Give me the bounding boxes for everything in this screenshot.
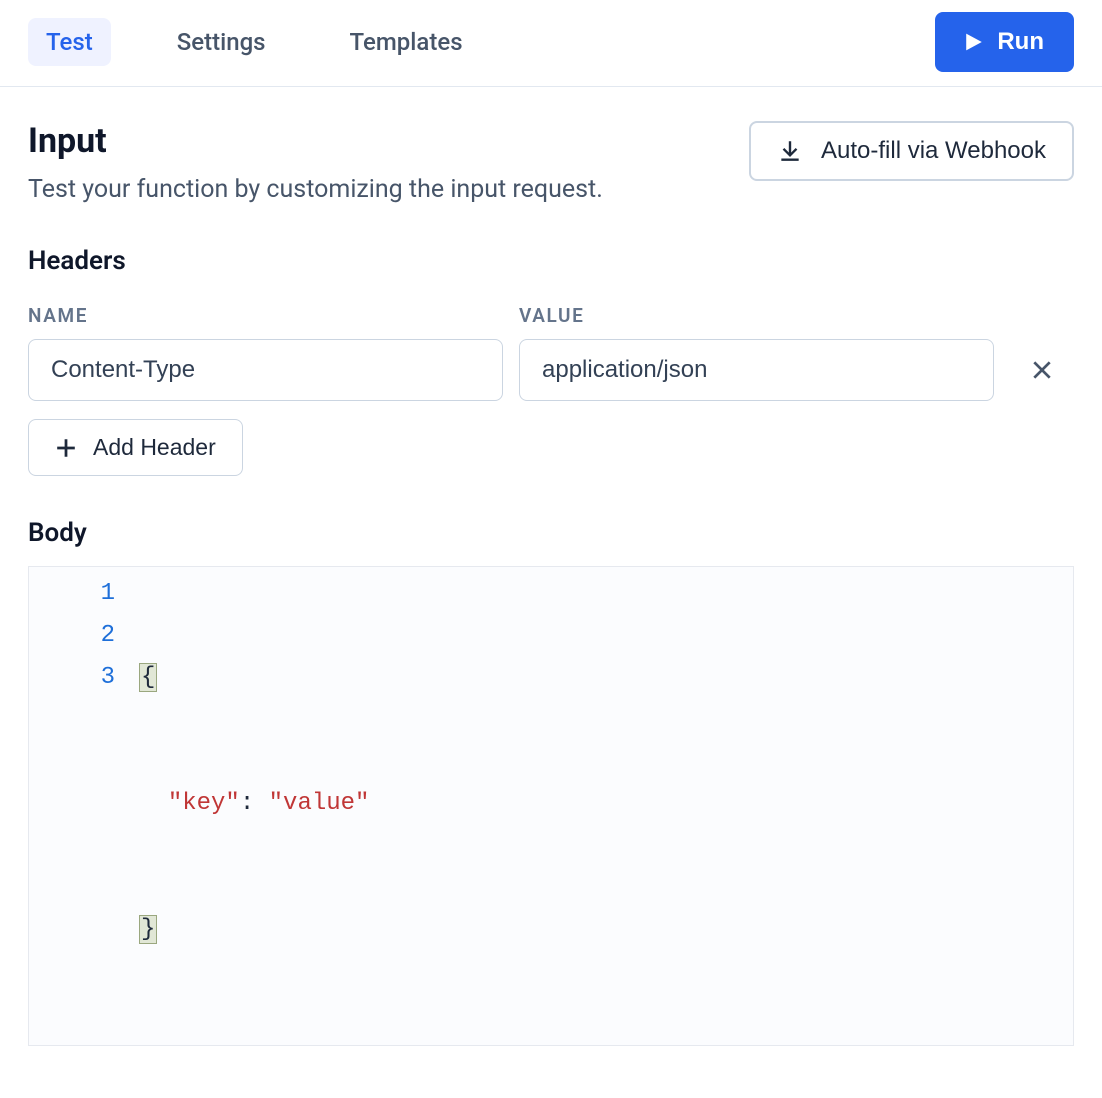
header-name-input[interactable] bbox=[28, 339, 503, 401]
autofill-button-label: Auto-fill via Webhook bbox=[821, 137, 1046, 165]
run-button[interactable]: Run bbox=[935, 12, 1074, 72]
editor-gutter: 1 2 3 bbox=[29, 567, 129, 1045]
autofill-webhook-button[interactable]: Auto-fill via Webhook bbox=[749, 121, 1074, 181]
tab-test[interactable]: Test bbox=[28, 18, 111, 66]
line-number: 2 bbox=[29, 615, 115, 657]
plus-icon bbox=[55, 437, 77, 459]
remove-header-button[interactable] bbox=[1010, 349, 1074, 391]
body-editor[interactable]: 1 2 3 { "key": "value" } bbox=[28, 566, 1074, 1046]
download-icon bbox=[777, 138, 803, 164]
line-number: 3 bbox=[29, 657, 115, 699]
editor-code[interactable]: { "key": "value" } bbox=[129, 567, 1073, 1045]
header-col-value: VALUE bbox=[519, 304, 994, 327]
add-header-button[interactable]: Add Header bbox=[28, 419, 243, 476]
run-button-label: Run bbox=[997, 28, 1044, 56]
header-col-name: NAME bbox=[28, 304, 503, 327]
tab-templates[interactable]: Templates bbox=[332, 18, 481, 66]
page-title: Input bbox=[28, 121, 603, 161]
play-icon bbox=[965, 32, 983, 52]
tab-list: Test Settings Templates bbox=[28, 18, 481, 66]
header-row bbox=[28, 339, 1074, 401]
code-line: "key": "value" bbox=[139, 783, 1063, 825]
header-value-input[interactable] bbox=[519, 339, 994, 401]
header-column-labels: NAME VALUE bbox=[28, 304, 1074, 327]
code-line: { bbox=[139, 657, 1063, 699]
main-panel: Input Test your function by customizing … bbox=[0, 87, 1102, 1046]
tab-settings[interactable]: Settings bbox=[159, 18, 284, 66]
headers-heading: Headers bbox=[28, 246, 1074, 276]
code-line: } bbox=[139, 909, 1063, 951]
page-subtitle: Test your function by customizing the in… bbox=[28, 175, 603, 204]
add-header-label: Add Header bbox=[93, 434, 216, 461]
header-col-spacer bbox=[1010, 304, 1074, 327]
line-number: 1 bbox=[29, 573, 115, 615]
body-heading: Body bbox=[28, 518, 1074, 548]
close-icon bbox=[1031, 359, 1053, 381]
top-bar: Test Settings Templates Run bbox=[0, 0, 1102, 87]
title-row: Input Test your function by customizing … bbox=[28, 121, 1074, 204]
